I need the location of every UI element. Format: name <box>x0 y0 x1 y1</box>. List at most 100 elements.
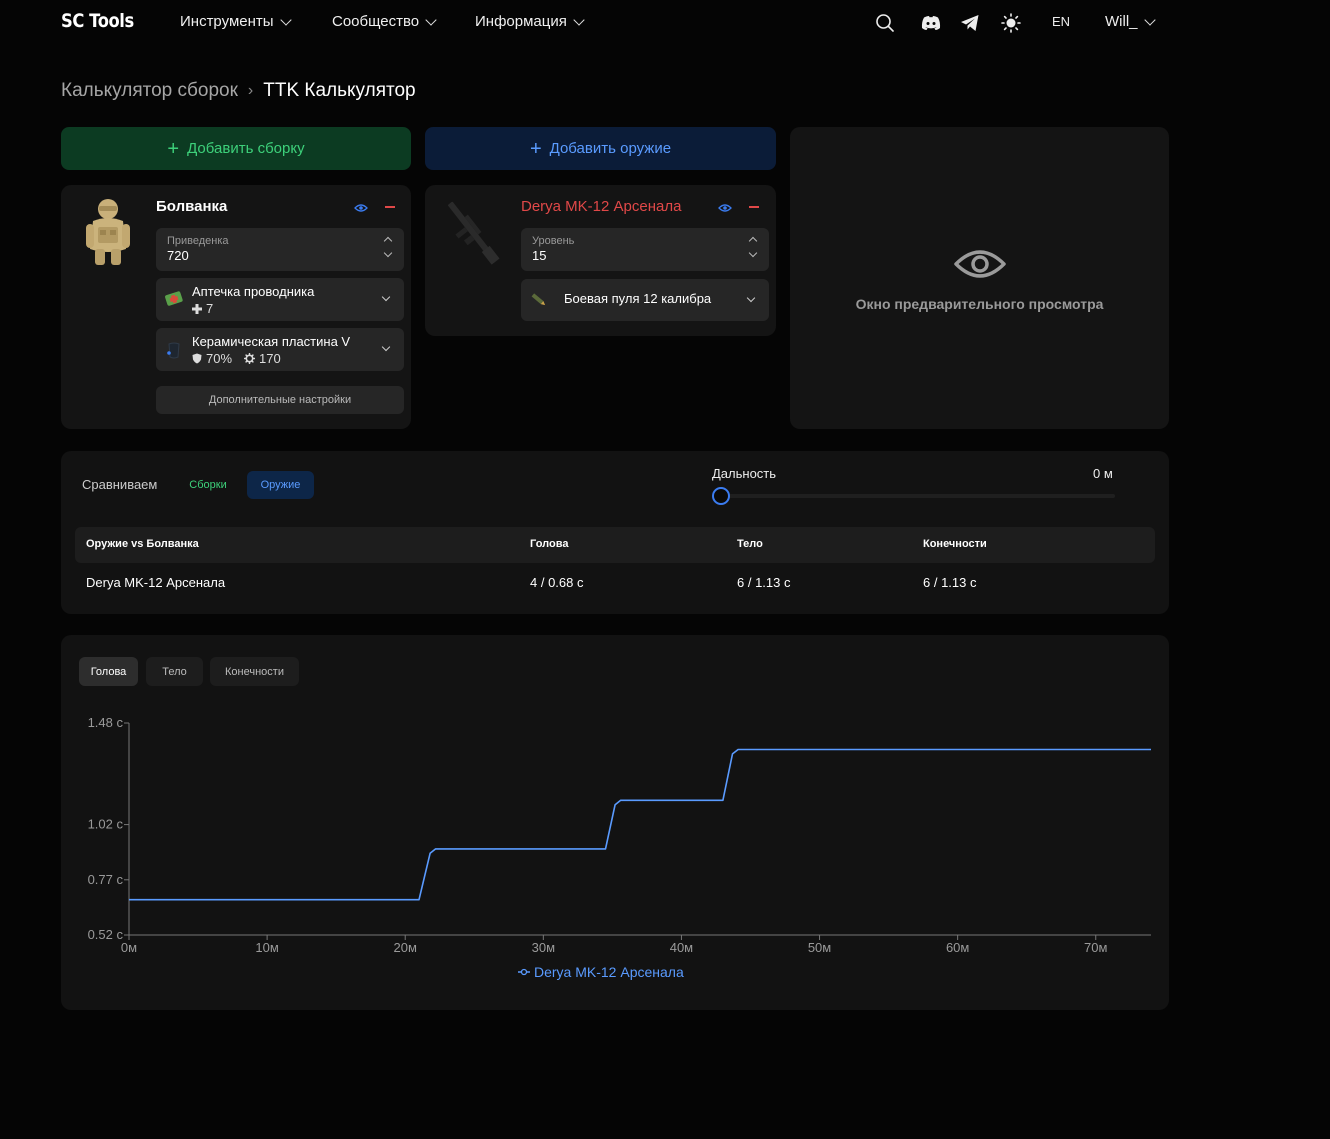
x-tick-label: 70м <box>1084 940 1107 955</box>
weapon-name: Derya MK-12 Арсенала <box>521 198 682 215</box>
breadcrumb-parent-link[interactable]: Калькулятор сборок <box>61 80 238 102</box>
weapon-card: Derya MK-12 Арсенала Уровень 15 Боевая п… <box>425 185 776 336</box>
build-name: Болванка <box>156 198 228 215</box>
nav-tools-menu[interactable]: Инструменты <box>180 13 292 30</box>
add-build-button[interactable]: + Добавить сборку <box>61 127 411 170</box>
nav-community-label: Сообщество <box>332 13 420 30</box>
compare-label: Сравниваем <box>82 477 158 492</box>
breadcrumb-separator: › <box>247 82 254 99</box>
x-tick-label: 10м <box>255 940 278 955</box>
bullet-icon <box>531 293 546 306</box>
user-name: Will_ <box>1105 13 1138 30</box>
x-tick-label: 30м <box>532 940 555 955</box>
compare-tab-weapons[interactable]: Оружие <box>247 471 314 499</box>
level-field[interactable]: Уровень 15 <box>521 228 769 271</box>
range-label: Дальность <box>712 466 777 481</box>
table-cell-head: 4 / 0.68 с <box>530 575 584 590</box>
chevron-up-icon[interactable] <box>748 236 758 246</box>
level-value: 15 <box>532 248 547 263</box>
medkit-value: 7 <box>206 301 214 316</box>
medkit-icon <box>165 291 183 306</box>
dummy-figure-icon <box>86 199 130 265</box>
range-value: 0 м <box>1093 466 1113 481</box>
remove-build-icon[interactable] <box>385 206 395 208</box>
level-stepper[interactable] <box>748 236 759 262</box>
reduced-value: 720 <box>167 248 189 263</box>
page-title: TTK Калькулятор <box>263 80 416 101</box>
chevron-down-icon <box>381 342 391 352</box>
y-tick-label: 1.02 с <box>88 817 124 832</box>
compare-panel: Сравниваем Сборки Оружие Дальность 0 м О… <box>61 451 1169 614</box>
theme-sun-icon[interactable] <box>1001 13 1021 33</box>
level-label: Уровень <box>532 235 575 247</box>
nav-info-label: Информация <box>475 13 567 30</box>
build-card: Болванка Приведенка 720 Аптечка проводни… <box>61 185 411 429</box>
table-header-weapon: Оружие vs Болванка <box>86 538 199 550</box>
language-switch[interactable]: EN <box>1052 14 1070 29</box>
range-slider-track[interactable] <box>713 494 1115 498</box>
compare-tab-builds[interactable]: Сборки <box>178 471 238 499</box>
chevron-down-icon <box>1143 13 1156 26</box>
reduced-field[interactable]: Приведенка 720 <box>156 228 404 271</box>
top-nav: SC Tools Инструменты Сообщество Информац… <box>0 0 1330 44</box>
add-build-label: Добавить сборку <box>187 140 305 157</box>
medkit-count: 7 <box>192 301 213 316</box>
armor-resist: 70% <box>206 351 233 366</box>
medkit-select[interactable]: Аптечка проводника 7 <box>156 278 404 321</box>
x-tick-label: 40м <box>670 940 693 955</box>
plus-icon: + <box>167 137 180 160</box>
telegram-icon[interactable] <box>960 13 980 33</box>
ammo-select[interactable]: Боевая пуля 12 калибра <box>521 279 769 321</box>
y-tick-label: 0.77 с <box>88 872 124 887</box>
chevron-down-icon[interactable] <box>383 248 393 258</box>
x-tick-label: 0м <box>121 940 137 955</box>
y-tick-label: 1.48 с <box>88 715 124 730</box>
table-header-body: Тело <box>737 538 763 550</box>
eye-icon[interactable] <box>718 203 732 213</box>
nav-info-menu[interactable]: Информация <box>475 13 585 30</box>
advanced-settings-button[interactable]: Дополнительные настройки <box>156 386 404 414</box>
legend-label: Derya MK-12 Арсенала <box>534 964 684 980</box>
rifle-icon <box>448 201 500 265</box>
remove-weapon-icon[interactable] <box>749 206 759 208</box>
chevron-down-icon <box>381 292 391 302</box>
eye-icon <box>953 250 1006 278</box>
armor-plate-icon <box>167 342 180 359</box>
discord-icon[interactable] <box>921 13 941 33</box>
reduced-stepper[interactable] <box>383 236 394 262</box>
table-header: Оружие vs Болванка Голова Тело Конечност… <box>75 527 1155 563</box>
y-tick-label: 0.52 с <box>88 927 124 942</box>
site-logo[interactable]: SC Tools <box>61 10 134 32</box>
chevron-down-icon <box>279 13 292 26</box>
chevron-down-icon[interactable] <box>748 248 758 258</box>
chevron-down-icon <box>746 293 756 303</box>
armor-durability: 170 <box>259 351 281 366</box>
heal-plus-icon <box>192 303 202 314</box>
eye-icon[interactable] <box>354 203 368 213</box>
x-tick-label: 20м <box>394 940 417 955</box>
reduced-label: Приведенка <box>167 235 229 247</box>
shield-icon <box>192 353 202 364</box>
chevron-down-icon <box>425 13 437 26</box>
x-tick-label: 50м <box>808 940 831 955</box>
add-weapon-label: Добавить оружие <box>549 140 672 157</box>
range-slider-thumb[interactable] <box>712 487 730 505</box>
table-header-limbs: Конечности <box>923 538 987 550</box>
chart-legend-item[interactable]: Derya MK-12 Арсенала <box>518 964 684 980</box>
user-menu[interactable]: Will_ <box>1105 13 1156 30</box>
table-cell-limbs: 6 / 1.13 с <box>923 575 977 590</box>
chevron-down-icon <box>573 13 585 26</box>
plus-icon: + <box>529 137 542 160</box>
table-cell-weapon: Derya MK-12 Арсенала <box>86 575 226 590</box>
ttk-chart-panel: Голова Тело Конечности 0.52 с 0.77 с 1.02 … <box>61 635 1169 1010</box>
preview-label: Окно предварительного просмотра <box>855 296 1104 312</box>
add-weapon-button[interactable]: + Добавить оружие <box>425 127 776 170</box>
search-icon[interactable] <box>875 13 895 33</box>
durability-gear-icon <box>244 353 256 364</box>
armor-select[interactable]: Керамическая пластина V 70% 170 <box>156 328 404 371</box>
nav-community-menu[interactable]: Сообщество <box>332 13 437 30</box>
table-header-head: Голова <box>530 538 569 550</box>
chevron-up-icon[interactable] <box>383 236 393 246</box>
table-cell-body: 6 / 1.13 с <box>737 575 791 590</box>
nav-tools-label: Инструменты <box>180 13 274 30</box>
